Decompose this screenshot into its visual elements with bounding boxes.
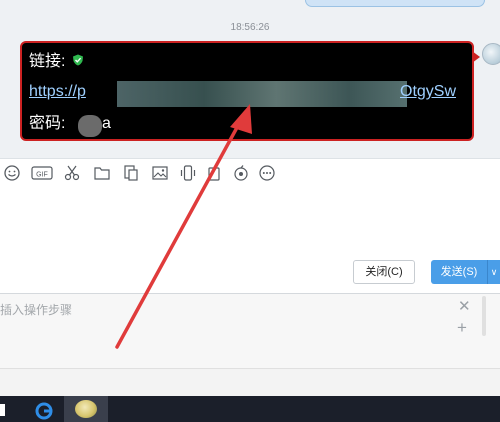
pinned-app-icon — [75, 400, 97, 418]
steps-input[interactable]: 插入操作步骤 — [0, 301, 72, 318]
document-icon[interactable] — [122, 164, 140, 182]
browser-icon[interactable] — [34, 402, 54, 420]
scissors-icon[interactable] — [63, 164, 81, 182]
gif-icon[interactable]: GIF — [31, 164, 53, 182]
link-line: 链接: — [29, 51, 84, 73]
close-icon[interactable]: ✕ — [458, 297, 471, 315]
send-button[interactable]: 发送(S) — [431, 260, 487, 284]
sender-avatar[interactable] — [482, 43, 500, 65]
bubble-pointer — [472, 51, 480, 63]
taskbar-app-icon[interactable] — [0, 404, 5, 416]
lower-panel — [0, 368, 500, 396]
password-line: 密码: — [29, 113, 65, 135]
phone-shake-icon[interactable] — [179, 164, 197, 182]
url-link-start[interactable]: https://p — [29, 83, 86, 100]
bookmark-icon[interactable] — [206, 164, 224, 182]
image-icon[interactable] — [151, 164, 169, 182]
more-icon[interactable] — [258, 164, 276, 182]
svg-text:GIF: GIF — [36, 172, 48, 179]
folder-icon[interactable] — [93, 164, 111, 182]
message-input[interactable] — [0, 186, 500, 258]
url-redaction-blur — [117, 81, 407, 107]
url-link-end[interactable]: OtgySw — [400, 81, 456, 103]
password-label: 密码: — [29, 115, 66, 132]
poke-icon[interactable] — [232, 164, 250, 182]
url-line: https://p — [29, 81, 86, 103]
previous-message-bubble — [305, 0, 485, 7]
steps-panel: 插入操作步骤 — [0, 294, 500, 368]
steps-scrollbar[interactable] — [482, 296, 486, 336]
close-button[interactable]: 关闭(C) — [353, 260, 415, 284]
message-bubble[interactable]: 链接: https://p OtgySw 密码: a — [20, 41, 480, 141]
check-shield-icon — [72, 51, 84, 73]
send-options-dropdown[interactable]: ∨ — [487, 260, 500, 284]
chat-history-area: 18:56:26 链接: https://p OtgySw 密码: a — [0, 0, 500, 158]
add-icon[interactable]: + — [457, 318, 467, 338]
link-label: 链接: — [29, 53, 66, 71]
password-suffix: a — [102, 115, 111, 132]
chat-toolbar: GIF — [0, 158, 500, 186]
emoji-icon[interactable] — [3, 164, 21, 182]
message-timestamp: 18:56:26 — [230, 22, 270, 33]
password-redaction-blur — [78, 115, 102, 137]
